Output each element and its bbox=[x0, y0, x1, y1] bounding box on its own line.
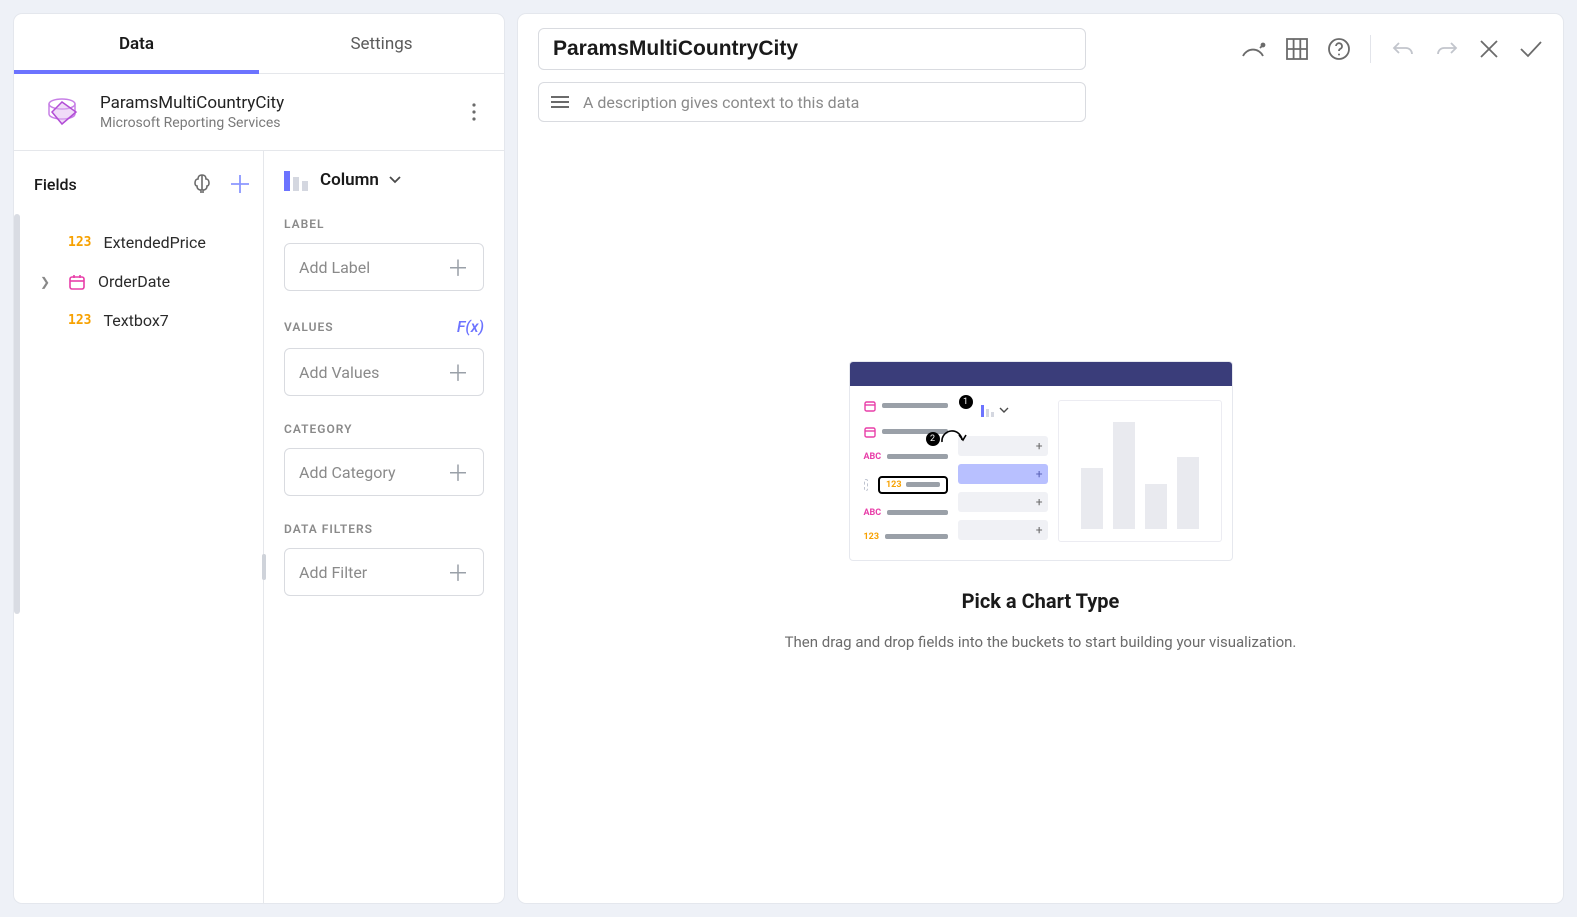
toolbar-divider bbox=[1370, 35, 1371, 63]
empty-state-illustration: ABC 123 ABC 123 1 bbox=[849, 361, 1233, 561]
label-dropzone[interactable]: Add Label ＋ bbox=[284, 243, 484, 291]
redo-button[interactable] bbox=[1435, 39, 1459, 59]
chevron-down-icon bbox=[389, 176, 401, 184]
field-label: OrderDate bbox=[98, 272, 249, 291]
bucket-title-values: VALUES bbox=[284, 320, 334, 334]
description-placeholder: A description gives context to this data bbox=[583, 93, 859, 112]
number-type-icon: 123 bbox=[68, 235, 91, 250]
description-icon bbox=[551, 96, 569, 108]
fields-title: Fields bbox=[34, 175, 77, 194]
description-input[interactable]: A description gives context to this data bbox=[538, 82, 1086, 122]
datasource-menu-button[interactable] bbox=[466, 97, 482, 127]
field-item[interactable]: 123 Textbox7 bbox=[34, 301, 255, 340]
plus-icon: ＋ bbox=[447, 356, 469, 388]
confirm-button[interactable] bbox=[1519, 40, 1543, 58]
field-item[interactable]: ❯ OrderDate bbox=[34, 262, 255, 301]
column-resize-grip[interactable] bbox=[262, 554, 266, 580]
empty-state-subtitle: Then drag and drop fields into the bucke… bbox=[785, 633, 1297, 651]
close-button[interactable] bbox=[1479, 39, 1499, 59]
visualization-title-input[interactable] bbox=[538, 28, 1086, 70]
left-columns: Fields 123 ExtendedPri bbox=[14, 151, 504, 903]
undo-button[interactable] bbox=[1391, 39, 1415, 59]
plus-icon: ＋ bbox=[447, 251, 469, 283]
gauge-icon[interactable] bbox=[1240, 38, 1266, 60]
number-type-icon: 123 bbox=[68, 313, 91, 328]
filters-dropzone[interactable]: Add Filter ＋ bbox=[284, 548, 484, 596]
chart-type-selector[interactable]: Column bbox=[284, 169, 484, 191]
dropzone-placeholder: Add Values bbox=[299, 363, 379, 382]
buckets-column: Column LABEL Add Label ＋ VALUES F(x) Add… bbox=[264, 151, 504, 903]
datasource-name: ParamsMultiCountryCity bbox=[100, 93, 448, 113]
bucket-title-label: LABEL bbox=[284, 217, 484, 231]
fields-column: Fields 123 ExtendedPri bbox=[14, 151, 264, 903]
empty-state-title: Pick a Chart Type bbox=[962, 589, 1120, 613]
tab-settings-label: Settings bbox=[350, 34, 412, 54]
expand-icon[interactable]: ❯ bbox=[40, 275, 56, 289]
help-icon[interactable] bbox=[1328, 38, 1350, 60]
chart-type-label: Column bbox=[320, 170, 379, 190]
field-label: Textbox7 bbox=[103, 311, 249, 330]
bucket-title-filters: DATA FILTERS bbox=[284, 522, 484, 536]
field-label: ExtendedPrice bbox=[103, 233, 249, 252]
grid-icon[interactable] bbox=[1286, 38, 1308, 60]
values-dropzone[interactable]: Add Values ＋ bbox=[284, 348, 484, 396]
editor-right-panel: A description gives context to this data… bbox=[518, 14, 1563, 903]
dropzone-placeholder: Add Filter bbox=[299, 563, 367, 582]
tab-settings[interactable]: Settings bbox=[259, 14, 504, 73]
column-chart-icon bbox=[284, 169, 310, 191]
brain-icon[interactable] bbox=[187, 169, 217, 199]
category-dropzone[interactable]: Add Category ＋ bbox=[284, 448, 484, 496]
bucket-title-category: CATEGORY bbox=[284, 422, 484, 436]
left-tabs: Data Settings bbox=[14, 14, 504, 74]
dropzone-placeholder: Add Label bbox=[299, 258, 370, 277]
add-field-button[interactable] bbox=[225, 169, 255, 199]
editor-toolbar bbox=[1240, 35, 1543, 63]
tab-data[interactable]: Data bbox=[14, 14, 259, 73]
plus-icon: ＋ bbox=[447, 456, 469, 488]
field-item[interactable]: 123 ExtendedPrice bbox=[34, 223, 255, 262]
fx-button[interactable]: F(x) bbox=[457, 317, 484, 336]
datasource-header: ParamsMultiCountryCity Microsoft Reporti… bbox=[14, 74, 504, 151]
dropzone-placeholder: Add Category bbox=[299, 463, 396, 482]
editor-header bbox=[538, 28, 1543, 70]
datasource-icon bbox=[42, 92, 82, 132]
empty-state: ABC 123 ABC 123 1 bbox=[538, 122, 1543, 889]
tab-data-label: Data bbox=[119, 34, 154, 54]
datasource-subtitle: Microsoft Reporting Services bbox=[100, 115, 448, 131]
editor-left-panel: Data Settings ParamsMultiCountryCity Mic… bbox=[14, 14, 504, 903]
date-type-icon bbox=[68, 273, 86, 291]
plus-icon: ＋ bbox=[447, 556, 469, 588]
